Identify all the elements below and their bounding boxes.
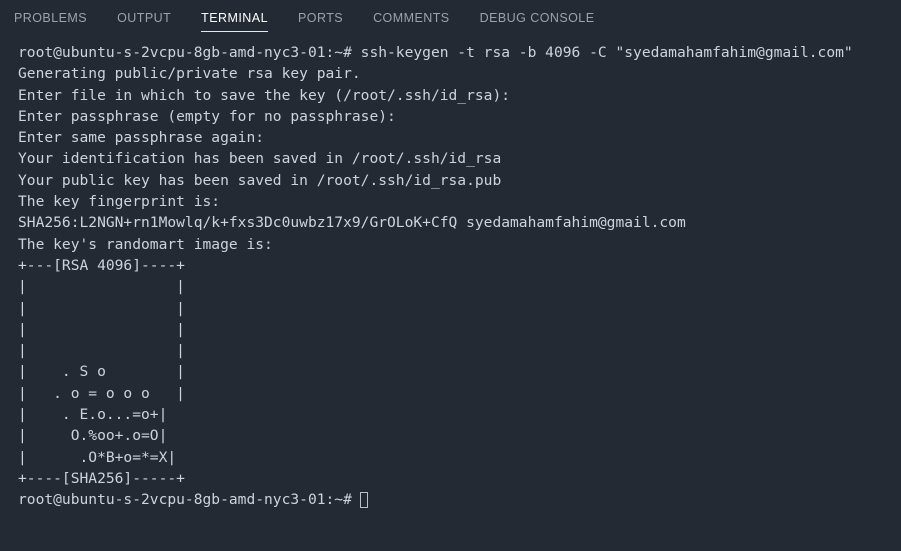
- terminal-line: Your public key has been saved in /root/…: [18, 171, 502, 189]
- terminal-line: Enter file in which to save the key (/ro…: [18, 86, 511, 104]
- tab-problems-label: PROBLEMS: [14, 11, 88, 25]
- randomart-row: | . S o |: [18, 363, 185, 381]
- terminal-prompt-line[interactable]: root@ubuntu-s-2vcpu-8gb-amd-nyc3-01:~#: [18, 489, 901, 510]
- tab-ports[interactable]: PORTS: [298, 0, 343, 36]
- randomart-row: | |: [18, 299, 185, 317]
- randomart-top-border: +---[RSA 4096]----+: [18, 256, 185, 274]
- terminal-line: Generating public/private rsa key pair.: [18, 65, 361, 83]
- terminal-line: Enter same passphrase again:: [18, 129, 265, 147]
- terminal-line: Enter passphrase (empty for no passphras…: [18, 107, 396, 125]
- tab-terminal-label: TERMINAL: [201, 11, 268, 25]
- terminal-line: The key fingerprint is:: [18, 193, 221, 211]
- terminal-line: The key's randomart image is:: [18, 235, 273, 253]
- randomart-row: | . o = o o o |: [18, 384, 185, 402]
- tab-comments-label: COMMENTS: [373, 11, 450, 25]
- terminal-prompt: root@ubuntu-s-2vcpu-8gb-amd-nyc3-01:~#: [18, 491, 352, 509]
- randomart-row: | .O*B+o=*=X|: [18, 448, 177, 466]
- randomart-row: | |: [18, 320, 185, 338]
- randomart-row: | . E.o...=o+|: [18, 406, 168, 424]
- terminal-line: Your identification has been saved in /r…: [18, 150, 502, 168]
- tab-debug-console-label: DEBUG CONSOLE: [479, 11, 595, 25]
- tab-terminal[interactable]: TERMINAL: [201, 0, 268, 36]
- randomart-row: | O.%oo+.o=O|: [18, 427, 168, 445]
- tab-ports-label: PORTS: [297, 11, 344, 25]
- randomart-row: | |: [18, 342, 185, 360]
- terminal-output[interactable]: root@ubuntu-s-2vcpu-8gb-amd-nyc3-01:~# s…: [0, 36, 901, 511]
- terminal-line: root@ubuntu-s-2vcpu-8gb-amd-nyc3-01:~# s…: [18, 44, 853, 61]
- randomart-bottom-border: +----[SHA256]-----+: [18, 469, 185, 487]
- tab-output-label: OUTPUT: [117, 11, 172, 25]
- tab-output[interactable]: OUTPUT: [117, 0, 171, 36]
- randomart-row: | |: [18, 278, 185, 296]
- tab-problems[interactable]: PROBLEMS: [14, 0, 87, 36]
- tab-comments[interactable]: COMMENTS: [373, 0, 450, 36]
- tab-debug-console[interactable]: DEBUG CONSOLE: [480, 0, 595, 36]
- terminal-line-fingerprint: SHA256:L2NGN+rn1Mowlq/k+fxs3Dc0uwbz17x9/…: [18, 214, 686, 232]
- panel-tab-bar: PROBLEMS OUTPUT TERMINAL PORTS COMMENTS …: [0, 0, 901, 36]
- block-outline-cursor: [359, 491, 369, 508]
